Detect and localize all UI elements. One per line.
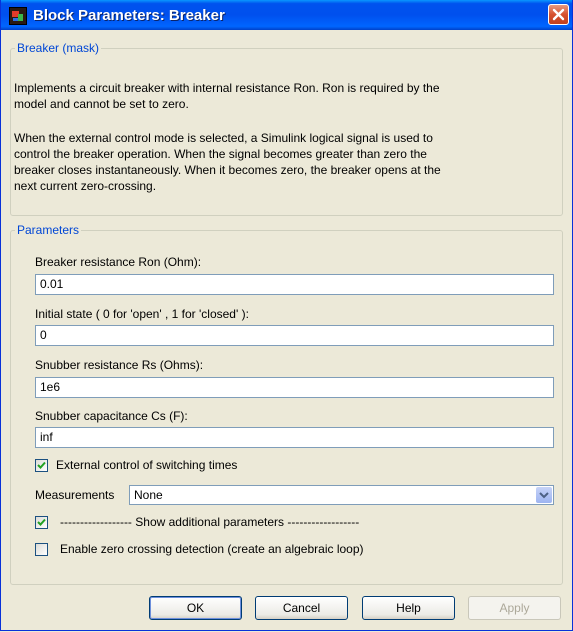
dropdown-arrow[interactable] — [536, 487, 552, 503]
rs-input[interactable]: 1e6 — [35, 377, 554, 398]
desc-line: When the external control mode is select… — [14, 131, 433, 145]
apply-button[interactable]: Apply — [468, 596, 561, 620]
chevron-down-icon — [539, 492, 549, 499]
initial-state-label: Initial state ( 0 for 'open' , 1 for 'cl… — [35, 307, 249, 321]
ok-button[interactable]: OK — [149, 596, 242, 620]
cancel-button[interactable]: Cancel — [255, 596, 348, 620]
show-additional-checkbox[interactable] — [35, 516, 48, 529]
desc-line: breaker closes instantaneously. When it … — [14, 163, 441, 177]
mask-legend: Breaker (mask) — [17, 41, 100, 55]
desc-line: model and cannot be set to zero. — [14, 97, 189, 111]
external-control-label: External control of switching times — [56, 458, 238, 472]
help-button[interactable]: Help — [362, 596, 455, 620]
external-control-checkbox[interactable] — [35, 459, 48, 472]
ron-input[interactable]: 0.01 — [35, 274, 554, 295]
dialog-window: Block Parameters: Breaker Breaker (mask)… — [0, 0, 573, 631]
mask-description-2: When the external control mode is select… — [14, 130, 534, 194]
measurements-select[interactable]: None — [129, 485, 554, 505]
close-button[interactable] — [548, 4, 569, 25]
ron-label: Breaker resistance Ron (Ohm): — [35, 255, 202, 269]
measurements-label: Measurements — [35, 488, 115, 502]
zero-crossing-checkbox[interactable] — [35, 543, 48, 556]
cs-label: Snubber capacitance Cs (F): — [35, 409, 188, 423]
simulink-block-icon — [9, 7, 27, 25]
initial-state-input[interactable]: 0 — [35, 325, 554, 346]
measurements-value: None — [134, 488, 163, 502]
zero-crossing-label: Enable zero crossing detection (create a… — [60, 542, 364, 556]
title-bar[interactable]: Block Parameters: Breaker — [1, 0, 572, 30]
desc-line: control the breaker operation. When the … — [14, 147, 427, 161]
checkmark-icon — [37, 518, 46, 526]
window-title: Block Parameters: Breaker — [33, 7, 225, 24]
desc-line: Implements a circuit breaker with intern… — [14, 81, 440, 95]
desc-line: next current zero-crossing. — [14, 179, 157, 193]
cs-input[interactable]: inf — [35, 427, 554, 448]
rs-label: Snubber resistance Rs (Ohms): — [35, 358, 204, 372]
show-additional-label: ------------------ Show additional param… — [60, 515, 360, 529]
parameters-legend: Parameters — [17, 223, 80, 237]
close-icon — [552, 8, 565, 21]
mask-description-1: Implements a circuit breaker with intern… — [14, 80, 534, 112]
checkmark-icon — [37, 461, 46, 469]
